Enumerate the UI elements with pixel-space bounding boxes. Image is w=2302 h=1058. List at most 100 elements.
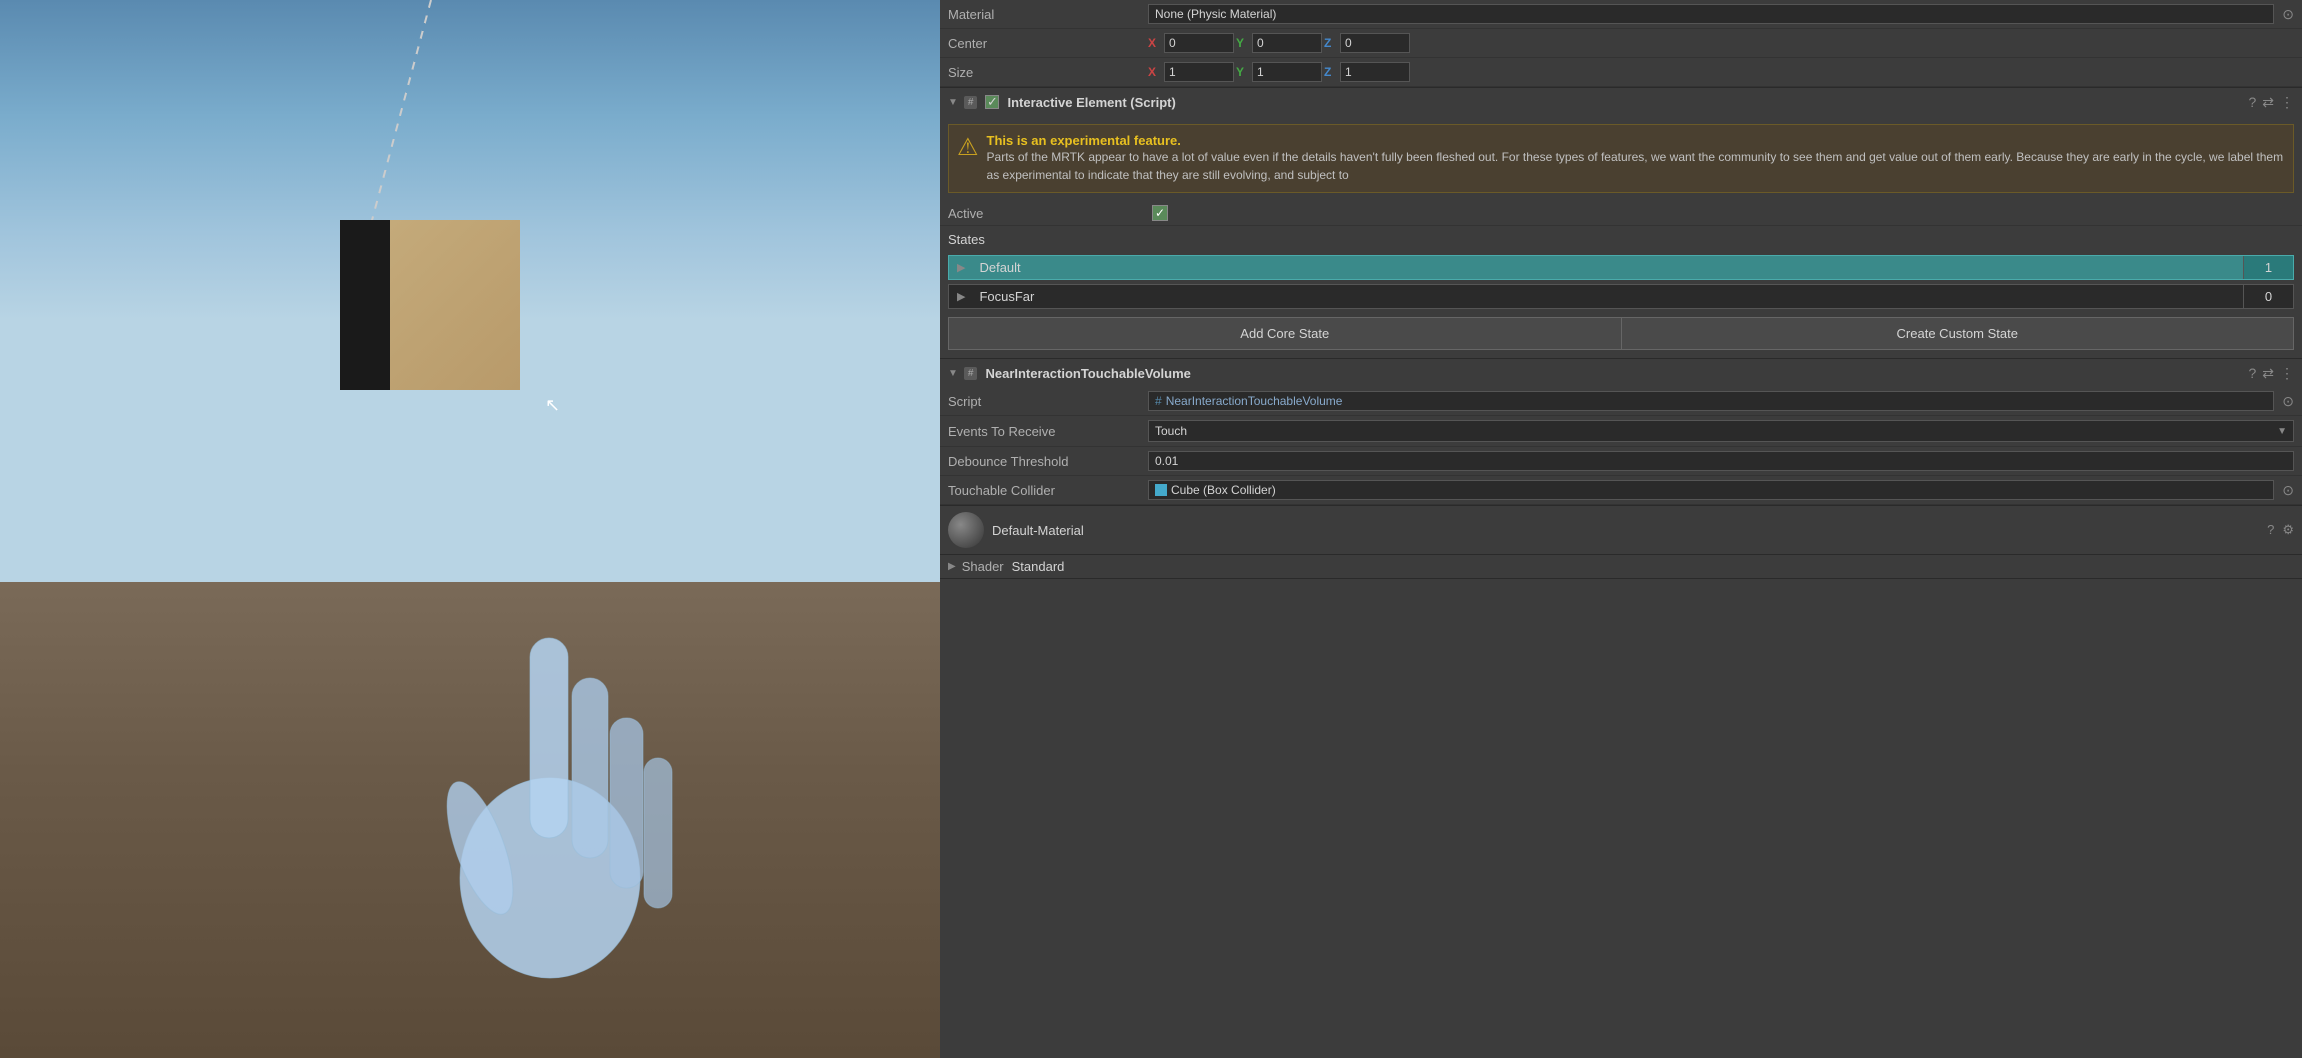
- size-z-label: Z: [1324, 65, 1338, 79]
- add-core-state-button[interactable]: Add Core State: [948, 317, 1621, 350]
- touchable-collider-row: Touchable Collider Cube (Box Collider) ⊙: [940, 476, 2302, 505]
- warning-body: Parts of the MRTK appear to have a lot o…: [987, 148, 2285, 184]
- size-property-row: Size X Y Z: [940, 58, 2302, 87]
- center-y-input[interactable]: [1252, 33, 1322, 53]
- center-y-item: Y: [1236, 33, 1322, 53]
- target-icon[interactable]: ⊙: [2282, 6, 2294, 23]
- near-interaction-section: ▼ # NearInteractionTouchableVolume ? ⇄ ⋮…: [940, 359, 2302, 506]
- active-label: Active: [948, 206, 1148, 221]
- shader-collapse-icon[interactable]: ▶: [948, 561, 956, 572]
- size-z-input[interactable]: [1340, 62, 1410, 82]
- shader-row: ▶ Shader Standard: [940, 555, 2302, 579]
- focusfar-state-expand-icon[interactable]: ▶: [949, 286, 973, 307]
- focusfar-state-value[interactable]: 0: [2243, 285, 2293, 308]
- events-to-receive-label: Events To Receive: [948, 424, 1148, 439]
- debounce-threshold-label: Debounce Threshold: [948, 454, 1148, 469]
- add-state-buttons: Add Core State Create Custom State: [948, 317, 2294, 350]
- center-z-label: Z: [1324, 36, 1338, 50]
- active-checkbox[interactable]: ✓: [1152, 205, 1168, 221]
- shader-value: Standard: [1012, 559, 1065, 574]
- near-interaction-hash-icon: #: [964, 367, 978, 380]
- touchable-collider-label: Touchable Collider: [948, 483, 1148, 498]
- near-interaction-collapse-icon[interactable]: ▼: [948, 368, 958, 379]
- focusfar-state-name: FocusFar: [973, 285, 2243, 308]
- default-state-value[interactable]: 1: [2243, 256, 2293, 279]
- near-interaction-header: ▼ # NearInteractionTouchableVolume ? ⇄ ⋮: [940, 359, 2302, 387]
- script-target-icon[interactable]: ⊙: [2282, 393, 2294, 410]
- collapse-arrow-icon[interactable]: ▼: [948, 97, 958, 108]
- near-help-icon[interactable]: ?: [2248, 365, 2256, 382]
- size-y-item: Y: [1236, 62, 1322, 82]
- material-settings-icon[interactable]: ⚙: [2282, 522, 2294, 538]
- more-icon[interactable]: ⋮: [2280, 94, 2294, 111]
- dropdown-arrow-icon: ▼: [2277, 426, 2287, 437]
- near-settings-icon[interactable]: ⇄: [2262, 365, 2274, 382]
- hash-icon: #: [964, 96, 978, 109]
- material-sphere-preview: [948, 512, 984, 548]
- size-value: X Y Z: [1148, 62, 2294, 82]
- default-state-item[interactable]: ▶ Default 1: [948, 255, 2294, 280]
- experimental-warning: ⚠ This is an experimental feature. Parts…: [948, 124, 2294, 193]
- center-xyz: X Y Z: [1148, 33, 2294, 53]
- center-value: X Y Z: [1148, 33, 2294, 53]
- material-value: None (Physic Material) ⊙: [1148, 4, 2294, 24]
- center-x-label: X: [1148, 36, 1162, 50]
- material-name-label: Default-Material: [992, 523, 2267, 538]
- help-icon[interactable]: ?: [2248, 94, 2256, 111]
- events-to-receive-value: Touch ▼: [1148, 420, 2294, 442]
- near-interaction-header-icons: ? ⇄ ⋮: [2248, 365, 2294, 382]
- interactive-element-header: ▼ # ✓ Interactive Element (Script) ? ⇄ ⋮: [940, 88, 2302, 116]
- center-x-input[interactable]: [1164, 33, 1234, 53]
- script-value: # NearInteractionTouchableVolume ⊙: [1148, 391, 2294, 411]
- center-label: Center: [948, 36, 1148, 51]
- settings-icon[interactable]: ⇄: [2262, 94, 2274, 111]
- material-property-row: Material None (Physic Material) ⊙: [940, 0, 2302, 29]
- default-state-name: Default: [973, 256, 2243, 279]
- material-field-value: None (Physic Material): [1155, 7, 1276, 21]
- touchable-collider-field[interactable]: Cube (Box Collider): [1148, 480, 2274, 500]
- size-y-label: Y: [1236, 65, 1250, 79]
- hand-model: [400, 558, 700, 1058]
- active-toggle-checkbox[interactable]: ✓: [985, 95, 999, 109]
- center-x-item: X: [1148, 33, 1234, 53]
- material-help-icon[interactable]: ?: [2267, 522, 2274, 538]
- near-more-icon[interactable]: ⋮: [2280, 365, 2294, 382]
- interactive-element-header-icons: ? ⇄ ⋮: [2248, 94, 2294, 111]
- mouse-cursor: ↖: [545, 395, 565, 419]
- size-y-input[interactable]: [1252, 62, 1322, 82]
- focusfar-state-item[interactable]: ▶ FocusFar 0: [948, 284, 2294, 309]
- warning-content: This is an experimental feature. Parts o…: [987, 133, 2285, 184]
- interactive-element-title: Interactive Element (Script): [1007, 95, 2244, 110]
- script-hash-icon: #: [1155, 394, 1162, 408]
- debounce-threshold-input[interactable]: [1148, 451, 2294, 471]
- size-x-input[interactable]: [1164, 62, 1234, 82]
- collider-target-icon[interactable]: ⊙: [2282, 482, 2294, 499]
- interactive-element-section: ▼ # ✓ Interactive Element (Script) ? ⇄ ⋮…: [940, 88, 2302, 359]
- script-field-value: NearInteractionTouchableVolume: [1166, 394, 1343, 408]
- size-x-label: X: [1148, 65, 1162, 79]
- inspector-panel: Material None (Physic Material) ⊙ Center…: [940, 0, 2302, 1058]
- script-label: Script: [948, 394, 1148, 409]
- cube-collider-icon: [1155, 484, 1167, 496]
- default-material-section: Default-Material ? ⚙: [940, 506, 2302, 555]
- create-custom-state-button[interactable]: Create Custom State: [1621, 317, 2295, 350]
- 3d-viewport[interactable]: ↖: [0, 0, 940, 1058]
- active-property-row: Active ✓: [940, 201, 2302, 226]
- touchable-collider-field-value: Cube (Box Collider): [1171, 483, 1276, 497]
- size-label: Size: [948, 65, 1148, 80]
- events-to-receive-row: Events To Receive Touch ▼: [940, 416, 2302, 447]
- center-z-input[interactable]: [1340, 33, 1410, 53]
- cube-object: [340, 220, 520, 390]
- center-y-label: Y: [1236, 36, 1250, 50]
- cube-front-face: [390, 220, 520, 390]
- material-field[interactable]: None (Physic Material): [1148, 4, 2274, 24]
- size-xyz: X Y Z: [1148, 62, 2294, 82]
- events-to-receive-dropdown[interactable]: Touch ▼: [1148, 420, 2294, 442]
- size-z-item: Z: [1324, 62, 1410, 82]
- script-field[interactable]: # NearInteractionTouchableVolume: [1148, 391, 2274, 411]
- active-value: ✓: [1148, 205, 2294, 221]
- touchable-collider-value: Cube (Box Collider) ⊙: [1148, 480, 2294, 500]
- collider-properties-section: Material None (Physic Material) ⊙ Center…: [940, 0, 2302, 88]
- material-label: Material: [948, 7, 1148, 22]
- default-state-expand-icon[interactable]: ▶: [949, 257, 973, 278]
